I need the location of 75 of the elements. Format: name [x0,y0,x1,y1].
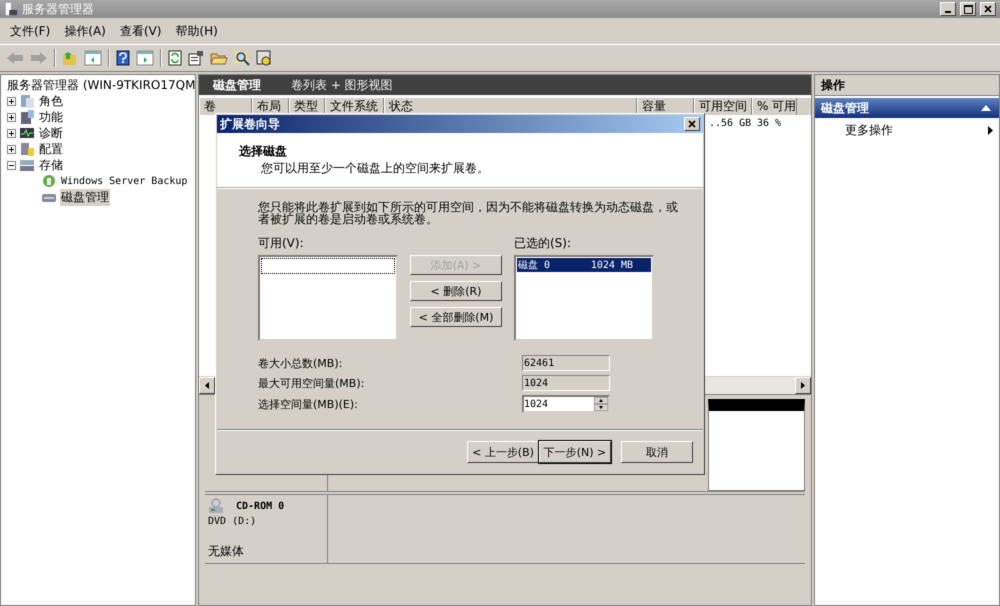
wizard-button[interactable]: < 上一步(B) [467,441,539,463]
list-button[interactable]: < 全部删除(M) [410,307,502,327]
disk-name: CD-ROM 0 [236,500,284,512]
pane-title: 磁盘管理 [213,76,261,94]
left-arrow-icon [205,382,209,389]
spin-field[interactable]: 1024 [522,395,610,413]
close-icon [688,120,696,128]
pane-toggle-icon[interactable] [136,50,154,66]
wizard-button[interactable]: 下一步(N) > [539,441,611,463]
close-icon [984,5,992,13]
list-button[interactable]: < 删除(R) [410,281,502,301]
partition-block[interactable] [708,399,805,491]
menu-item[interactable]: 文件(F) [10,22,50,40]
expand-toggle[interactable] [7,128,16,138]
cd-drive-icon [208,498,224,514]
dialog-title: 扩展卷向导 [220,116,280,132]
tree-item[interactable]: 存储 [38,156,64,174]
column-header[interactable]: % 可用 [752,98,797,115]
settings-icon[interactable] [256,50,272,66]
tree-item[interactable]: 角色 [38,92,64,110]
field-label: 选择空间量(MB)(E): [258,396,359,412]
disk-type: DVD (D:) [208,516,258,527]
view-label: 卷列表 + 图形视图 [291,76,393,94]
minimize-button[interactable] [940,2,956,16]
maximize-button[interactable] [960,2,976,16]
available-list[interactable] [258,255,398,341]
list-label: 已选的(S): [514,235,572,252]
collapse-icon [981,105,991,111]
selected-list[interactable]: 磁盘 0 1024 MB [514,255,654,341]
tree-item[interactable]: 配置 [38,140,64,158]
window-title: 服务器管理器 [22,0,95,18]
tree-item[interactable]: Windows Server Backup [60,176,188,186]
spin-arrows-icon[interactable] [594,397,608,411]
close-button[interactable] [684,117,700,131]
maximize-icon [964,4,972,14]
scroll-right-button[interactable] [795,377,811,394]
refresh-icon[interactable] [168,50,182,66]
wizard-button[interactable]: 取消 [621,441,693,463]
menu-item[interactable]: 操作(A) [64,22,106,40]
readonly-field: 1024 [522,375,610,391]
action-link[interactable]: 更多操作 [845,122,893,138]
info-text: 您只能将此卷扩展到如下所示的可用空间，因为不能将磁盘转换为动态磁盘，或者被扩展的卷是启动卷或系统卷。 [258,201,678,225]
list-label: 可用(V): [258,235,305,252]
actions-section[interactable]: 磁盘管理 [815,98,999,118]
table-cell-text: ..56 GB [709,118,752,129]
field-label: 最大可用空间量(MB): [258,376,366,390]
tree-item[interactable]: 服务器管理器 (WIN-9TKIRO17QM [6,76,195,94]
scroll-left-button[interactable] [199,377,215,394]
expand-toggle[interactable] [7,160,16,170]
actions-title: 操作 [815,75,999,96]
help-icon[interactable] [116,50,130,66]
field-label: 卷大小总数(MB): [258,356,344,370]
diagnostics-icon [19,125,35,141]
expand-toggle[interactable] [7,112,16,122]
disk-status: 无媒体 [208,543,245,560]
step-description: 您可以用至少一个磁盘上的空间来扩展卷。 [260,160,490,177]
list-item[interactable]: 磁盘 0 1024 MB [517,258,651,272]
expand-toggle[interactable] [7,96,16,106]
tree-item[interactable]: 诊断 [38,124,64,142]
tree-item[interactable]: 功能 [38,108,64,126]
readonly-field: 62461 [522,355,610,371]
step-heading: 选择磁盘 [239,143,288,160]
server-icon [4,2,18,16]
storage-icon [19,157,35,173]
close-button[interactable] [980,2,996,16]
tree-item[interactable]: 磁盘管理 [60,188,110,206]
menu-item[interactable]: 查看(V) [120,22,162,40]
table-cell-text: 36 % [757,118,782,129]
right-arrow-icon [801,382,805,389]
expand-toggle[interactable] [7,144,16,154]
pane-toggle-icon[interactable] [84,50,102,66]
submenu-arrow-icon [988,126,993,134]
search-icon[interactable] [234,50,250,66]
properties-icon[interactable] [188,50,204,66]
menu-item[interactable]: 帮助(H) [175,22,218,40]
